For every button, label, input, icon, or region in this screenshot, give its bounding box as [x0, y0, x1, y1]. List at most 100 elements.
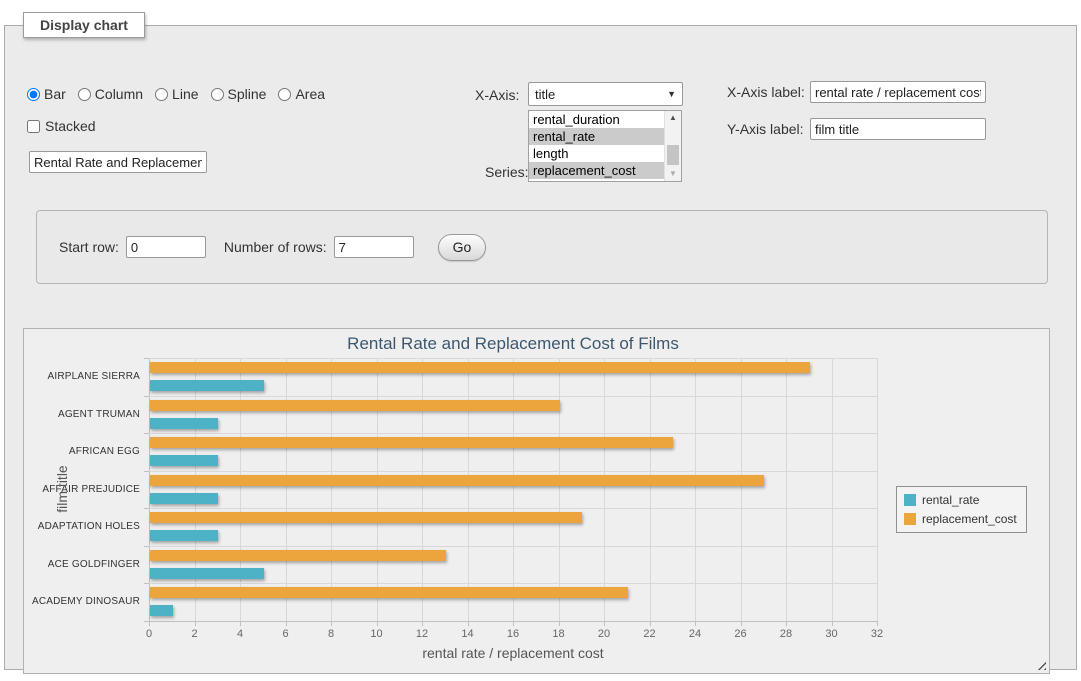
- chart-type-radio-line[interactable]: [155, 88, 168, 101]
- bar-rental_rate[interactable]: [150, 568, 264, 579]
- y-axis-label-caption: Y-Axis label:: [727, 121, 804, 137]
- legend-label-replacement_cost: replacement_cost: [922, 512, 1017, 526]
- bar-rental_rate[interactable]: [150, 455, 218, 466]
- series-options: rental_durationrental_ratelengthreplacem…: [529, 111, 664, 181]
- x-tick-mark: [832, 621, 833, 626]
- gridline-v: [240, 358, 241, 621]
- x-axis-title: rental rate / replacement cost: [149, 645, 877, 661]
- series-option-rental_rate[interactable]: rental_rate: [529, 128, 664, 145]
- chart-type-radio-spline[interactable]: [211, 88, 224, 101]
- x-tick-label: 10: [357, 628, 397, 640]
- row-controls-panel: Start row: Number of rows: Go: [36, 210, 1048, 284]
- bar-replacement_cost[interactable]: [150, 437, 673, 448]
- gridline-h: [149, 583, 877, 584]
- chart-type-label-spline: Spline: [228, 86, 267, 102]
- category-label: AIRPLANE SIERRA: [30, 358, 140, 396]
- bar-replacement_cost[interactable]: [150, 400, 560, 411]
- chart-type-option-spline: Spline: [211, 86, 267, 102]
- gridline-h: [149, 433, 877, 434]
- chart-type-label-bar: Bar: [44, 86, 66, 102]
- bar-replacement_cost[interactable]: [150, 587, 628, 598]
- legend-item-rental_rate[interactable]: rental_rate: [904, 493, 1017, 507]
- category-label: ACE GOLDFINGER: [30, 546, 140, 584]
- resize-grip-icon[interactable]: [1034, 658, 1046, 670]
- category-label: ACADEMY DINOSAUR: [30, 583, 140, 621]
- gridline-v: [559, 358, 560, 621]
- x-tick-label: 30: [812, 628, 852, 640]
- bar-rental_rate[interactable]: [150, 530, 218, 541]
- y-tick-mark: [144, 471, 149, 472]
- bar-rental_rate[interactable]: [150, 418, 218, 429]
- legend-item-replacement_cost[interactable]: replacement_cost: [904, 512, 1017, 526]
- num-rows-label: Number of rows:: [224, 239, 327, 255]
- x-tick-mark: [377, 621, 378, 626]
- scroll-up-icon[interactable]: ▲: [665, 111, 681, 125]
- x-tick-mark: [513, 621, 514, 626]
- series-scrollbar[interactable]: ▲ ▼: [664, 111, 681, 181]
- chart-type-radio-column[interactable]: [78, 88, 91, 101]
- x-tick-label: 6: [266, 628, 306, 640]
- bar-replacement_cost[interactable]: [150, 362, 810, 373]
- num-rows-input[interactable]: [334, 236, 414, 258]
- x-tick-mark: [240, 621, 241, 626]
- x-tick-mark: [786, 621, 787, 626]
- x-tick-label: 18: [539, 628, 579, 640]
- scroll-down-icon[interactable]: ▼: [665, 167, 681, 181]
- gridline-v: [422, 358, 423, 621]
- x-tick-mark: [286, 621, 287, 626]
- x-tick-mark: [604, 621, 605, 626]
- bar-replacement_cost[interactable]: [150, 475, 764, 486]
- category-axis-line: [149, 358, 150, 621]
- fieldset-legend: Display chart: [23, 12, 145, 38]
- bar-rental_rate[interactable]: [150, 380, 264, 391]
- y-axis-label-input[interactable]: [810, 118, 986, 140]
- gridline-v: [786, 358, 787, 621]
- gridline-v: [604, 358, 605, 621]
- bar-replacement_cost[interactable]: [150, 550, 446, 561]
- y-tick-mark: [144, 396, 149, 397]
- chart-type-radio-bar[interactable]: [27, 88, 40, 101]
- gridline-h: [149, 358, 877, 359]
- gridline-h: [149, 546, 877, 547]
- y-tick-mark: [144, 583, 149, 584]
- y-tick-mark: [144, 546, 149, 547]
- x-tick-mark: [695, 621, 696, 626]
- display-chart-fieldset: Display chart Bar Column Line Spline Are…: [4, 12, 1077, 670]
- x-axis-label-input[interactable]: [810, 81, 986, 103]
- bar-replacement_cost[interactable]: [150, 512, 582, 523]
- series-option-length[interactable]: length: [529, 145, 664, 162]
- y-axis-title: film title: [54, 465, 70, 512]
- chart-container: Rental Rate and Replacement Cost of Film…: [23, 328, 1050, 674]
- stacked-row: Stacked: [27, 118, 96, 134]
- bar-rental_rate[interactable]: [150, 605, 173, 616]
- x-tick-mark: [422, 621, 423, 626]
- scrollbar-thumb[interactable]: [667, 145, 679, 165]
- x-tick-label: 24: [675, 628, 715, 640]
- chart-type-radio-area[interactable]: [278, 88, 291, 101]
- chart-type-option-bar: Bar: [27, 86, 66, 102]
- x-axis-label-caption: X-Axis label:: [727, 84, 805, 100]
- x-tick-label: 26: [721, 628, 761, 640]
- gridline-h: [149, 396, 877, 397]
- chart-type-label-column: Column: [95, 86, 143, 102]
- stacked-checkbox[interactable]: [27, 120, 40, 133]
- x-tick-label: 12: [402, 628, 442, 640]
- chart-type-option-area: Area: [278, 86, 325, 102]
- chart-title-input[interactable]: [29, 151, 207, 173]
- x-tick-label: 14: [448, 628, 488, 640]
- start-row-input[interactable]: [126, 236, 206, 258]
- category-label: AFFAIR PREJUDICE: [30, 471, 140, 509]
- gridline-v: [468, 358, 469, 621]
- chart-title: Rental Rate and Replacement Cost of Film…: [149, 334, 877, 354]
- go-button[interactable]: Go: [438, 234, 487, 261]
- chart-type-label-area: Area: [295, 86, 325, 102]
- bar-rental_rate[interactable]: [150, 493, 218, 504]
- series-option-replacement_cost[interactable]: replacement_cost: [529, 162, 664, 179]
- series-option-rental_duration[interactable]: rental_duration: [529, 111, 664, 128]
- chart-type-option-column: Column: [78, 86, 143, 102]
- start-row-label: Start row:: [59, 239, 119, 255]
- gridline-v: [195, 358, 196, 621]
- category-label: AFRICAN EGG: [30, 433, 140, 471]
- chart-type-radio-group: Bar Column Line Spline Area: [27, 86, 333, 102]
- x-axis-select[interactable]: title ▼: [528, 82, 683, 106]
